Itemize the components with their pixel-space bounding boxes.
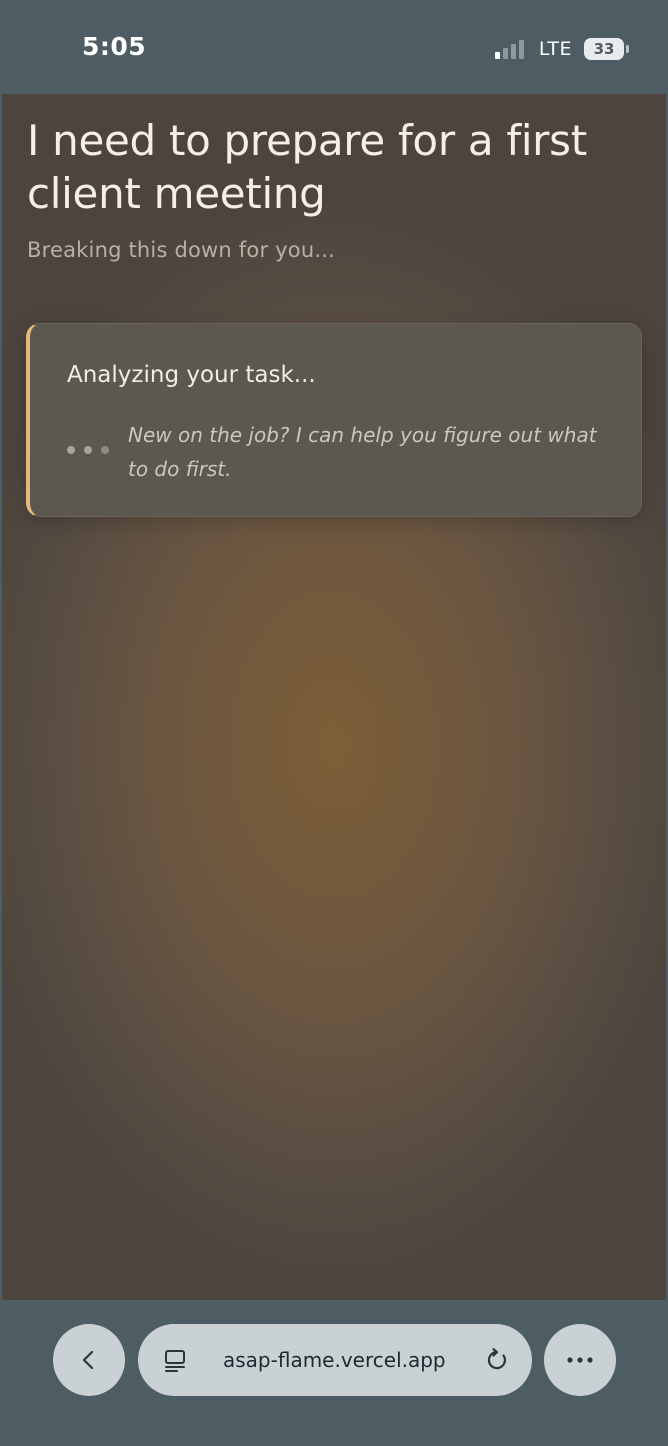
battery-level: 33	[593, 40, 615, 58]
status-time: 5:05	[82, 32, 147, 61]
typing-indicator-icon	[67, 446, 118, 454]
status-bar: 5:05 LTE 33	[0, 0, 668, 94]
reload-icon[interactable]	[483, 1346, 511, 1374]
more-button[interactable]	[544, 1324, 616, 1396]
card-heading: Analyzing your task...	[67, 362, 316, 388]
more-icon	[567, 1357, 593, 1363]
tabs-icon[interactable]	[162, 1348, 188, 1374]
status-indicators: LTE 33	[494, 36, 629, 62]
main-content: I need to prepare for a first client mee…	[2, 94, 666, 1300]
back-button[interactable]	[53, 1324, 125, 1396]
url-text[interactable]: asap-flame.vercel.app	[223, 1348, 446, 1372]
signal-icon	[494, 39, 527, 59]
page-title: I need to prepare for a first client mee…	[27, 116, 587, 218]
chevron-left-icon	[82, 1350, 94, 1370]
address-bar[interactable]: asap-flame.vercel.app	[138, 1324, 532, 1396]
battery-icon: 33	[584, 38, 629, 60]
card-message: New on the job? I can help you figure ou…	[128, 423, 597, 481]
analysis-card: Analyzing your task... New on the job? I…	[26, 323, 642, 517]
page-subtitle: Breaking this down for you...	[27, 238, 335, 262]
browser-toolbar: asap-flame.vercel.app	[0, 1300, 668, 1446]
network-type: LTE	[538, 38, 572, 60]
